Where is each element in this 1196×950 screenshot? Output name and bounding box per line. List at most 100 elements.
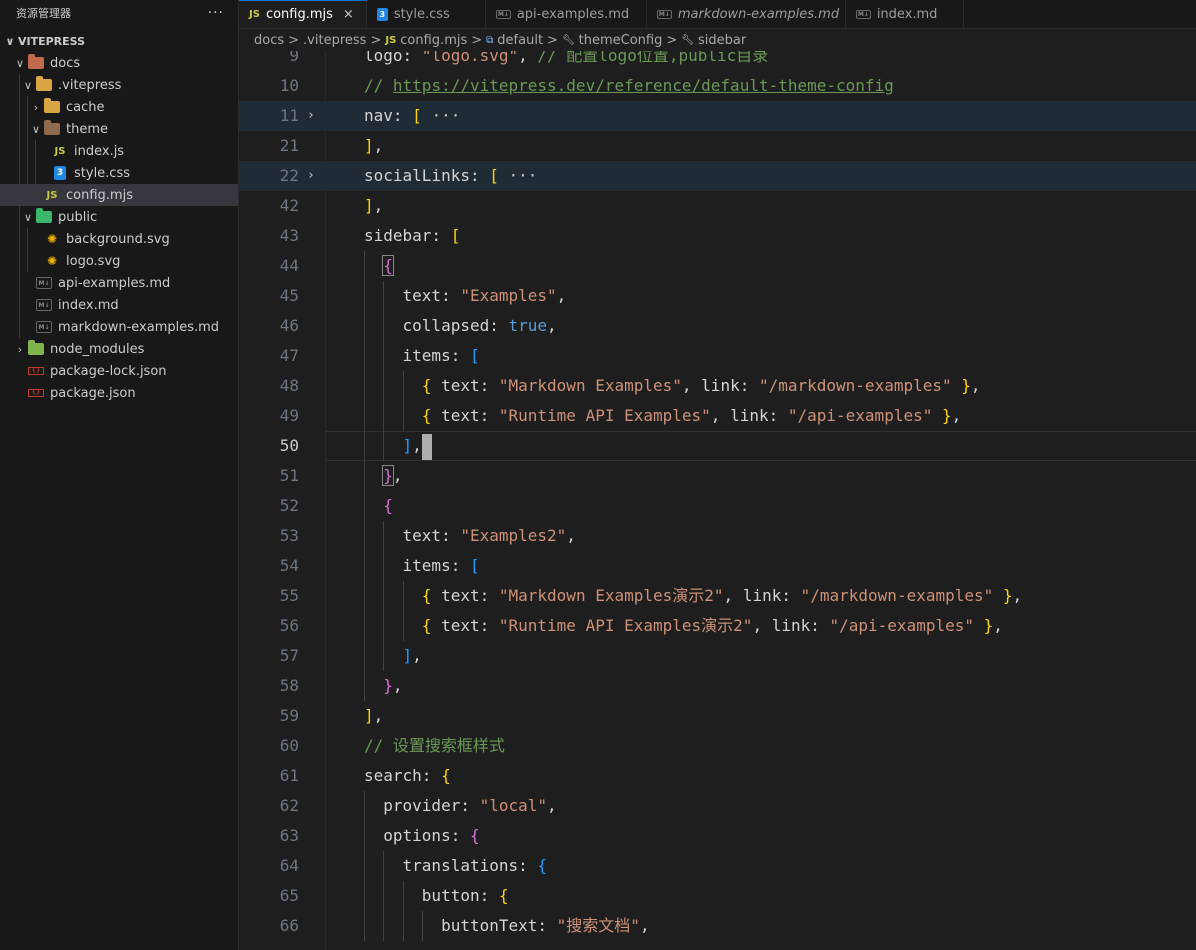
tab-api-examples-md[interactable]: M↓ api-examples.md: [485, 0, 647, 28]
chevron-down-icon[interactable]: ∨: [20, 211, 36, 224]
breadcrumb-docs[interactable]: docs: [254, 33, 284, 48]
code-token: }: [383, 676, 393, 695]
code-token: ,: [373, 196, 384, 215]
breadcrumb-default[interactable]: default: [497, 33, 543, 48]
breadcrumb-vitepress[interactable]: .vitepress: [303, 33, 366, 48]
code-token: ,: [518, 51, 538, 65]
folder-icon: [36, 208, 52, 223]
fold-chevron-icon[interactable]: ›: [307, 101, 315, 131]
code-line[interactable]: 53 text: "Examples2",: [239, 521, 1196, 551]
code-line[interactable]: 61 search: {: [239, 761, 1196, 791]
code-token: text:: [431, 586, 499, 605]
line-number: 57: [279, 646, 299, 665]
code-token: ,: [412, 646, 422, 665]
tree-item-node-modules[interactable]: › node_modules: [0, 338, 238, 360]
code-line[interactable]: 56 { text: "Runtime API Examples演示2", li…: [239, 611, 1196, 641]
tree-item-style-css[interactable]: ›3style.css: [0, 162, 238, 184]
line-number: 49: [279, 406, 299, 425]
code-token: {: [383, 496, 393, 515]
code-line[interactable]: 60 // 设置搜索框样式: [239, 731, 1196, 761]
code-line[interactable]: 64 translations: {: [239, 851, 1196, 881]
code-line[interactable]: 52 {: [239, 491, 1196, 521]
code-line[interactable]: 10 // https://vitepress.dev/reference/def…: [239, 71, 1196, 101]
breadcrumb-themeconfig[interactable]: themeConfig: [579, 33, 663, 48]
code-line[interactable]: 46 collapsed: true,: [239, 311, 1196, 341]
tree-item-index-md[interactable]: ›M↓index.md: [0, 294, 238, 316]
code-line[interactable]: 11 › nav: [ ···: [239, 101, 1196, 131]
tree-item-label: theme: [66, 121, 108, 137]
code-line[interactable]: 43 sidebar: [: [239, 221, 1196, 251]
tree-item-config-mjs[interactable]: ›JSconfig.mjs: [0, 184, 238, 206]
code-token: }: [942, 406, 952, 425]
workspace-section-header[interactable]: ∨ VITEPRESS: [0, 30, 238, 52]
code-line[interactable]: 47 items: [: [239, 341, 1196, 371]
tree-item-api-examples-md[interactable]: ›M↓api-examples.md: [0, 272, 238, 294]
code-token: }: [1002, 586, 1013, 605]
code-line[interactable]: 49 { text: "Runtime API Examples", link:…: [239, 401, 1196, 431]
code-line[interactable]: 21],: [239, 131, 1196, 161]
code-line[interactable]: 51 },: [239, 461, 1196, 491]
chevron-down-icon[interactable]: ∨: [28, 123, 44, 136]
code-line[interactable]: 58 },: [239, 671, 1196, 701]
code-token: items:: [364, 346, 470, 365]
tree-item-docs[interactable]: ∨ docs: [0, 52, 238, 74]
markdown-file-icon: M↓: [36, 321, 52, 333]
code-line[interactable]: 57 ],: [239, 641, 1196, 671]
breadcrumb-sidebar[interactable]: sidebar: [698, 33, 746, 48]
code-line[interactable]: 54 items: [: [239, 551, 1196, 581]
tree-item-package-lock-json[interactable]: ›{}package-lock.json: [0, 360, 238, 382]
tree-item-public[interactable]: ∨ public: [0, 206, 238, 228]
breadcrumb-separator: >: [288, 32, 300, 48]
tree-item-markdown-examples-md[interactable]: ›M↓markdown-examples.md: [0, 316, 238, 338]
code-line[interactable]: 59],: [239, 701, 1196, 731]
tab-style-css[interactable]: 3 style.css: [366, 0, 486, 28]
code-line[interactable]: 62 provider: "local",: [239, 791, 1196, 821]
indent-guide: [27, 228, 28, 250]
tab-markdown-examples-md[interactable]: M↓ markdown-examples.md: [646, 0, 846, 28]
code-token: [: [489, 166, 499, 185]
code-line[interactable]: 45 text: "Examples",: [239, 281, 1196, 311]
code-text: items: [: [364, 551, 480, 581]
tree-item-logo-svg[interactable]: ›✺logo.svg: [0, 250, 238, 272]
code-line[interactable]: 66 buttonText: "搜索文档",: [239, 911, 1196, 941]
markdown-file-icon: M↓: [855, 9, 871, 19]
tree-item-vitepress[interactable]: ∨ .vitepress: [0, 74, 238, 96]
code-line[interactable]: 42],: [239, 191, 1196, 221]
indent-guide: [35, 162, 36, 184]
chevron-right-icon[interactable]: ›: [12, 343, 28, 356]
tree-item-label: index.js: [74, 143, 125, 159]
indent-guide: [19, 228, 20, 250]
code-line[interactable]: 48 { text: "Markdown Examples", link: "/…: [239, 371, 1196, 401]
chevron-down-icon[interactable]: ∨: [20, 79, 36, 92]
code-line[interactable]: 55 { text: "Markdown Examples演示2", link:…: [239, 581, 1196, 611]
code-line[interactable]: 9 logo: "logo.svg", // 配置logo位置,public目录: [239, 51, 1196, 71]
code-line[interactable]: 50 ],: [239, 431, 1196, 461]
tree-item-cache[interactable]: › cache: [0, 96, 238, 118]
code-line[interactable]: 44 {: [239, 251, 1196, 281]
code-line[interactable]: 63 options: {: [239, 821, 1196, 851]
code-token: ···: [498, 166, 538, 185]
more-actions-icon[interactable]: ···: [208, 5, 224, 21]
breadcrumb-config-mjs[interactable]: config.mjs: [400, 33, 467, 48]
code-token: ,: [639, 916, 650, 935]
code-line[interactable]: 22 › socialLinks: [ ···: [239, 161, 1196, 191]
code-token: items:: [364, 556, 470, 575]
code-text: text: "Examples2",: [364, 521, 576, 551]
close-icon[interactable]: ×: [343, 7, 354, 22]
chevron-right-icon[interactable]: ›: [28, 101, 44, 114]
tab-config-mjs[interactable]: JS config.mjs ×: [239, 0, 367, 28]
indent-guide: [19, 162, 20, 184]
tab-index-md[interactable]: M↓ index.md: [845, 0, 964, 28]
code-line[interactable]: 65 button: {: [239, 881, 1196, 911]
chevron-down-icon[interactable]: ∨: [12, 57, 28, 70]
css-file-icon: 3: [376, 7, 388, 21]
tree-item-package-json[interactable]: ›{}package.json: [0, 382, 238, 404]
tree-item-background-svg[interactable]: ›✺background.svg: [0, 228, 238, 250]
tree-item-index-js[interactable]: ›JSindex.js: [0, 140, 238, 162]
tree-item-theme[interactable]: ∨ theme: [0, 118, 238, 140]
code-text: socialLinks: [ ···: [364, 161, 537, 191]
code-editor[interactable]: 9 logo: "logo.svg", // 配置logo位置,public目录 1…: [239, 51, 1196, 950]
fold-chevron-icon[interactable]: ›: [307, 161, 315, 191]
